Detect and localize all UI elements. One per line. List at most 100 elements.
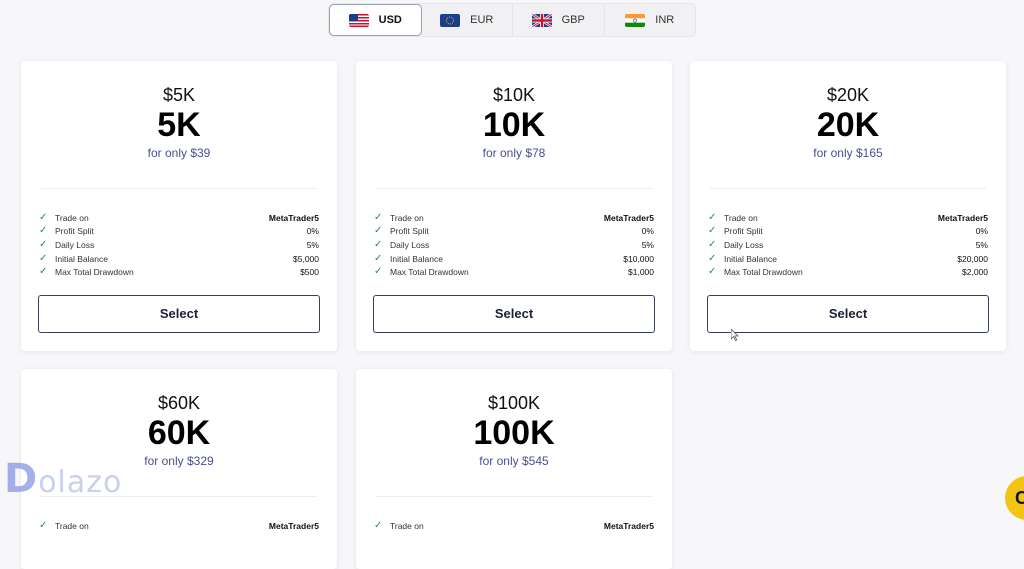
feature-row: ✓ Trade on MetaTrader5 (39, 519, 319, 533)
plan-price: for only $78 (482, 146, 546, 160)
plan-card-100k: $100K 100K for only $545 ✓ Trade on MetaTr… (356, 369, 672, 569)
feature-row: ✓ Profit Split 0% (39, 225, 319, 239)
divider (376, 496, 652, 497)
feature-value: $10,000 (623, 253, 654, 264)
feature-row: ✓ Profit Split 0% (708, 225, 988, 239)
feature-label: Profit Split (724, 226, 763, 237)
feature-row: ✓ Max Total Drawdown $500 (39, 265, 319, 279)
feature-label: Max Total Drawdown (55, 267, 134, 278)
check-icon: ✓ (39, 225, 48, 237)
uk-flag-icon (531, 13, 552, 27)
plan-size-title: 5K (157, 106, 201, 144)
currency-gbp-tab[interactable]: GBP (513, 4, 605, 36)
plan-price: for only $39 (147, 146, 211, 160)
feature-label: Daily Loss (390, 239, 430, 250)
feature-value: 0% (975, 226, 988, 237)
currency-inr-tab[interactable]: INR (605, 4, 696, 36)
feature-label: Profit Split (390, 226, 429, 237)
plan-card-10k: $10K 10K for only $78 ✓ Trade on MetaTrade… (356, 61, 672, 351)
plan-price: for only $165 (813, 146, 883, 160)
check-icon: ✓ (39, 211, 48, 223)
feature-value: $2,000 (962, 267, 988, 278)
feature-value: 5% (975, 239, 988, 250)
feature-row: ✓ Trade on MetaTrader5 (374, 519, 654, 533)
plan-size-title: 100K (473, 414, 555, 452)
check-icon: ✓ (708, 211, 717, 223)
plan-features: ✓ Trade on MetaTrader5 ✓ Profit Split 0% ✓ Da… (39, 211, 319, 279)
watermark-text: olazo (38, 465, 123, 500)
feature-value: $20,000 (957, 253, 988, 264)
select-button[interactable]: Select (707, 294, 989, 333)
feature-row: ✓ Profit Split 0% (374, 225, 654, 239)
feature-row: ✓ Daily Loss 5% (374, 238, 654, 252)
plan-card-20k: $20K 20K for only $165 ✓ Trade on MetaTrad… (690, 61, 1006, 351)
mouse-cursor-icon (731, 329, 739, 341)
feature-value: 5% (306, 239, 319, 250)
check-icon: ✓ (374, 266, 383, 278)
feature-row: ✓ Trade on MetaTrader5 (39, 211, 319, 225)
plan-size-label: $60K (157, 393, 201, 413)
watermark-initial: D (4, 456, 39, 502)
check-icon: ✓ (39, 266, 48, 278)
feature-label: Daily Loss (724, 239, 764, 250)
plan-card-5k: $5K 5K for only $39 ✓ Trade on MetaTrader5… (21, 61, 337, 351)
india-flag-icon (625, 13, 646, 27)
divider (41, 188, 317, 189)
feature-value: 0% (641, 226, 654, 237)
feature-value: 5% (641, 239, 654, 250)
currency-label: INR (655, 14, 675, 26)
feature-label: Trade on (55, 520, 89, 531)
feature-value: MetaTrader5 (268, 212, 319, 223)
feature-row: ✓ Max Total Drawdown $2,000 (708, 265, 988, 279)
feature-row: ✓ Daily Loss 5% (708, 238, 988, 252)
chat-button[interactable]: C (1005, 476, 1024, 520)
plan-size-label: $20K (826, 85, 870, 105)
plan-price: for only $545 (479, 454, 549, 468)
currency-usd-tab[interactable]: USD (329, 4, 422, 36)
currency-label: USD (378, 14, 402, 26)
check-icon: ✓ (374, 252, 383, 264)
divider (710, 188, 986, 189)
feature-row: ✓ Max Total Drawdown $1,000 (374, 265, 654, 279)
check-icon: ✓ (39, 252, 48, 264)
feature-value: MetaTrader5 (268, 520, 319, 531)
select-button[interactable]: Select (38, 294, 320, 333)
feature-label: Daily Loss (55, 239, 95, 250)
check-icon: ✓ (39, 238, 48, 250)
check-icon: ✓ (708, 252, 717, 264)
plan-features: ✓ Trade on MetaTrader5 (39, 519, 319, 533)
feature-value: $500 (300, 267, 319, 278)
plan-size-label: $10K (492, 85, 536, 105)
currency-selector: USD EUR GBP INR (328, 3, 696, 37)
check-icon: ✓ (374, 211, 383, 223)
feature-row: ✓ Initial Balance $10,000 (374, 252, 654, 266)
feature-value: MetaTrader5 (603, 212, 654, 223)
feature-value: 0% (306, 226, 319, 237)
us-flag-icon (348, 13, 369, 27)
plan-features: ✓ Trade on MetaTrader5 ✓ Profit Split 0% ✓ Da… (708, 211, 988, 279)
feature-value: $1,000 (628, 267, 654, 278)
plan-features: ✓ Trade on MetaTrader5 (374, 519, 654, 533)
watermark-logo: Dolazo (4, 456, 122, 502)
feature-label: Initial Balance (55, 253, 108, 264)
feature-row: ✓ Daily Loss 5% (39, 238, 319, 252)
check-icon: ✓ (708, 266, 717, 278)
feature-value: MetaTrader5 (937, 212, 988, 223)
feature-row: ✓ Initial Balance $20,000 (708, 252, 988, 266)
plan-size-label: $100K (487, 393, 541, 413)
currency-label: EUR (470, 14, 494, 26)
check-icon: ✓ (708, 225, 717, 237)
feature-value: MetaTrader5 (603, 520, 654, 531)
feature-label: Trade on (390, 520, 424, 531)
select-button[interactable]: Select (373, 294, 655, 333)
plan-size-label: $5K (162, 85, 196, 105)
currency-label: GBP (561, 14, 585, 26)
check-icon: ✓ (39, 519, 48, 531)
feature-row: ✓ Trade on MetaTrader5 (374, 211, 654, 225)
plan-size-title: 20K (816, 106, 880, 144)
check-icon: ✓ (374, 238, 383, 250)
feature-label: Trade on (724, 212, 758, 223)
feature-row: ✓ Initial Balance $5,000 (39, 252, 319, 266)
currency-eur-tab[interactable]: EUR (422, 4, 513, 36)
check-icon: ✓ (374, 225, 383, 237)
